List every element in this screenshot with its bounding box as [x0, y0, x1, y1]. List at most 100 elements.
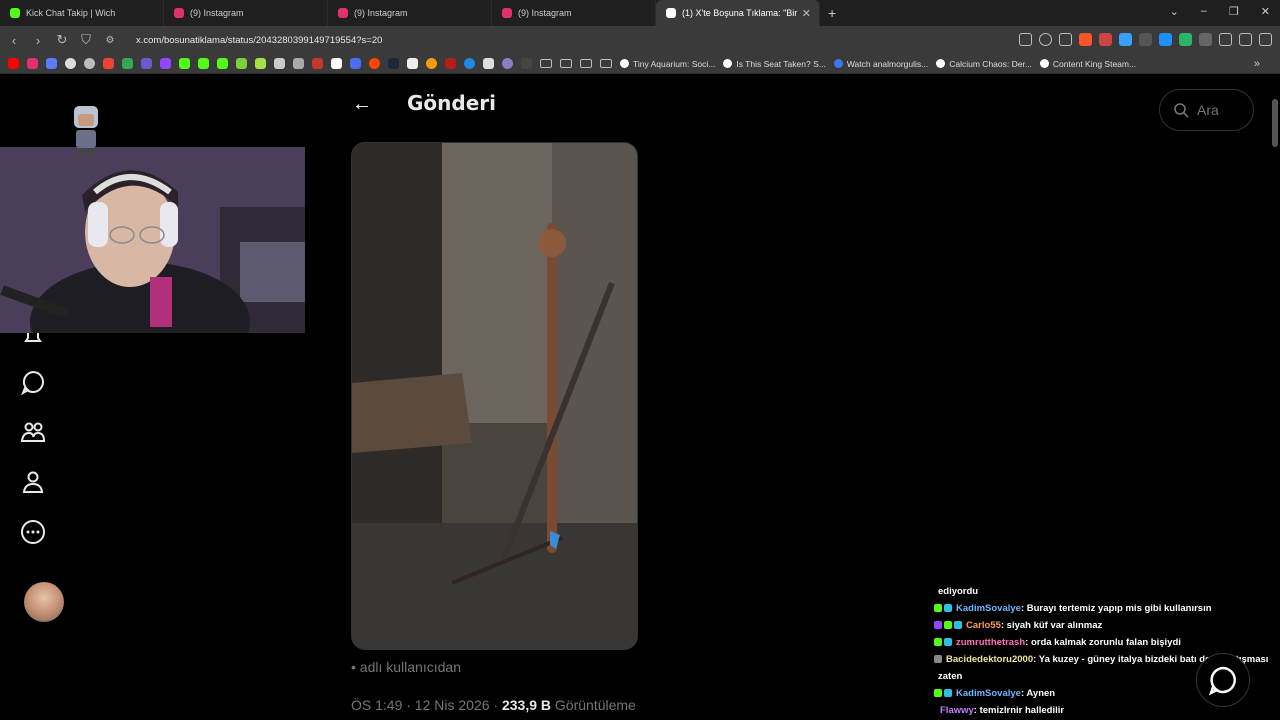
chat-text: zaten — [938, 671, 963, 682]
puzzle-icon[interactable] — [1219, 33, 1232, 46]
extension-icon[interactable] — [1199, 33, 1212, 46]
brave-shield-icon[interactable] — [1079, 33, 1092, 46]
bookmark-icon[interactable] — [236, 58, 247, 69]
bookmark-icon[interactable] — [46, 58, 57, 69]
extension-icons — [1019, 33, 1272, 46]
chat-username: Flawwy — [940, 705, 974, 716]
gmail-icon[interactable] — [103, 58, 114, 69]
page-title: Gönderi — [407, 91, 496, 115]
bookmark-icon[interactable] — [483, 58, 494, 69]
mascot-figure-icon — [74, 106, 98, 158]
zoom-icon[interactable] — [1039, 33, 1052, 46]
chat-username: KadimSovalye — [956, 688, 1021, 699]
bookmark-icon[interactable] — [502, 58, 513, 69]
bookmark-icon[interactable] — [388, 58, 399, 69]
site-settings-icon[interactable]: ⚙ — [100, 35, 120, 46]
bookmark-icon[interactable] — [65, 58, 76, 69]
cast-icon[interactable] — [1019, 33, 1032, 46]
chat-bubble-icon — [1208, 666, 1236, 696]
tab-kick-chat[interactable]: Kick Chat Takip | Wich — [0, 0, 164, 26]
steam-icon — [620, 59, 629, 68]
drive-icon[interactable] — [122, 58, 133, 69]
instagram-icon — [174, 8, 184, 18]
bookmark-label: Is This Seat Taken? S... — [736, 58, 826, 69]
bookmarks-bar: Tiny Aquarium: Soci... Is This Seat Take… — [0, 54, 1280, 74]
bookmark-icon[interactable] — [312, 58, 323, 69]
tab-instagram-2[interactable]: (9) Instagram — [328, 0, 492, 26]
subscriber-badge-icon — [954, 621, 962, 629]
more-bookmarks-icon[interactable]: » — [1254, 58, 1260, 70]
kick-icon[interactable] — [198, 58, 209, 69]
chevron-down-icon[interactable]: ⌄ — [1170, 5, 1179, 18]
profile-icon[interactable] — [20, 469, 46, 495]
bookmark-icon[interactable] — [426, 58, 437, 69]
maximize-button[interactable]: ❐ — [1229, 5, 1239, 18]
minimize-button[interactable]: – — [1201, 5, 1207, 18]
bookmark-icon[interactable] — [464, 58, 475, 69]
communities-icon[interactable] — [20, 419, 46, 445]
post-photo — [352, 143, 637, 649]
url-field[interactable]: x.com/bosunatiklama/status/2043280399149… — [136, 35, 382, 46]
post-media[interactable] — [351, 142, 638, 650]
extension-icon[interactable] — [1119, 33, 1132, 46]
bookmark-calcium-chaos[interactable]: Calcium Chaos: Der... — [936, 59, 1032, 69]
folder-icon[interactable] — [600, 59, 612, 68]
folder-icon[interactable] — [540, 59, 552, 68]
streamer-webcam-image — [0, 147, 305, 333]
bookmark-content-king[interactable]: Content King Steam... — [1039, 58, 1137, 69]
chat-username: Bacidedektoru2000 — [946, 654, 1034, 665]
kick-icon[interactable] — [217, 58, 228, 69]
tab-x-post[interactable]: (1) X'te Boşuna Tıklama: "Bir ✕ — [656, 0, 820, 26]
page-scrollbar[interactable] — [1272, 99, 1278, 147]
bookmark-analmorgulis[interactable]: Watch analmorgulis... — [833, 59, 928, 69]
youtube-icon[interactable] — [8, 58, 19, 69]
more-options-icon[interactable] — [20, 519, 46, 545]
tab-instagram-3[interactable]: (9) Instagram — [492, 0, 656, 26]
folder-icon[interactable] — [560, 59, 572, 68]
bookmark-icon[interactable] — [293, 58, 304, 69]
reddit-icon[interactable] — [369, 58, 380, 69]
back-arrow-icon[interactable]: ← — [352, 93, 372, 116]
instagram-icon[interactable] — [27, 58, 38, 69]
account-avatar[interactable] — [24, 582, 64, 622]
messages-icon[interactable] — [20, 369, 46, 395]
reload-icon[interactable]: ↻ — [52, 32, 72, 48]
bookmark-icon[interactable] — [521, 58, 532, 69]
search-input[interactable]: Ara — [1159, 89, 1254, 131]
share-icon[interactable] — [1059, 33, 1072, 46]
new-tab-button[interactable]: + — [828, 5, 836, 21]
bookmark-icon[interactable] — [84, 58, 95, 69]
close-window-button[interactable]: ✕ — [1261, 5, 1270, 18]
twitch-icon[interactable] — [160, 58, 171, 69]
bookmark-seat-taken[interactable]: Is This Seat Taken? S... — [723, 58, 826, 69]
kick-icon[interactable] — [179, 58, 190, 69]
bookmark-icon[interactable] — [350, 58, 361, 69]
close-tab-icon[interactable]: ✕ — [802, 7, 811, 20]
extension-icon[interactable] — [1099, 33, 1112, 46]
tab-instagram-1[interactable]: (9) Instagram — [164, 0, 328, 26]
bookmark-tiny-aquarium[interactable]: Tiny Aquarium: Soci... — [620, 59, 715, 69]
back-icon[interactable]: ‹ — [4, 33, 24, 48]
tab-label: (9) Instagram — [354, 8, 408, 18]
bookmark-icon[interactable] — [407, 58, 418, 69]
forward-icon[interactable]: › — [28, 33, 48, 48]
extension-icon[interactable] — [1179, 33, 1192, 46]
music-icon[interactable] — [1239, 33, 1252, 46]
bookmark-label: Content King Steam... — [1052, 58, 1137, 69]
tab-bar: Kick Chat Takip | Wich (9) Instagram (9)… — [0, 0, 1280, 26]
bookmark-icon[interactable] — [255, 58, 266, 69]
webcam-overlay — [0, 147, 305, 333]
bookmark-icon[interactable] — [445, 58, 456, 69]
post-timestamp[interactable]: ÖS 1:49 · 12 Nis 2026 · — [351, 697, 498, 713]
kick-badge-icon — [944, 621, 952, 629]
floating-messages-button[interactable] — [1196, 653, 1250, 707]
extension-icon[interactable] — [1139, 33, 1152, 46]
bookmark-icon[interactable] — [141, 58, 152, 69]
folder-icon[interactable] — [580, 59, 592, 68]
anchor-icon[interactable] — [274, 58, 285, 69]
bookmark-icon[interactable]: ⛉ — [76, 32, 96, 48]
extension-icon[interactable] — [1159, 33, 1172, 46]
chat-message: zumrutthetrash: orda kalmak zorunlu fala… — [934, 634, 1280, 651]
x-logo-icon[interactable] — [331, 58, 342, 69]
menu-icon[interactable] — [1259, 33, 1272, 46]
